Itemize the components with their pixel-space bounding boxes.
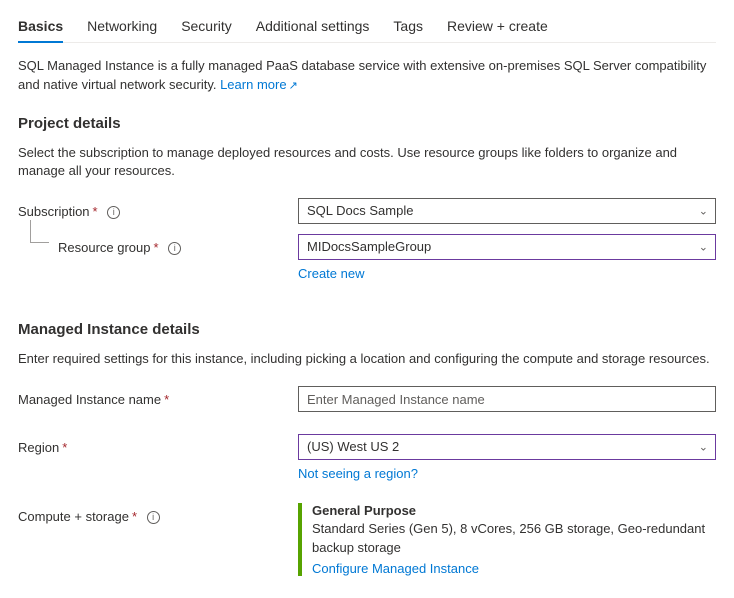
instance-name-label: Managed Instance name* [18, 386, 298, 407]
project-details-heading: Project details [18, 115, 716, 132]
external-link-icon: ↗ [289, 80, 298, 92]
resource-group-label-text: Resource group [58, 240, 151, 255]
required-asterisk: * [93, 204, 98, 219]
region-select-value: (US) West US 2 [298, 434, 716, 460]
intro-text: SQL Managed Instance is a fully managed … [18, 57, 716, 95]
info-icon[interactable]: i [168, 242, 181, 255]
instance-name-input[interactable] [298, 386, 716, 412]
resource-group-select-value: MIDocsSampleGroup [298, 234, 716, 260]
compute-desc: Standard Series (Gen 5), 8 vCores, 256 G… [312, 520, 716, 556]
required-asterisk: * [62, 440, 67, 455]
create-new-link[interactable]: Create new [298, 266, 364, 281]
region-row: Region* (US) West US 2 ⌄ Not seeing a re… [18, 434, 716, 481]
compute-title: General Purpose [312, 503, 716, 518]
compute-storage-row: Compute + storage* i General Purpose Sta… [18, 503, 716, 575]
tabs-bar: Basics Networking Security Additional se… [18, 12, 716, 43]
subscription-label-text: Subscription [18, 204, 90, 219]
info-icon[interactable]: i [107, 206, 120, 219]
tab-tags[interactable]: Tags [393, 12, 423, 42]
subscription-label: Subscription* i [18, 198, 298, 219]
tab-networking[interactable]: Networking [87, 12, 157, 42]
required-asterisk: * [164, 392, 169, 407]
required-asterisk: * [154, 240, 159, 255]
required-asterisk: * [132, 509, 137, 524]
managed-instance-heading: Managed Instance details [18, 321, 716, 338]
managed-instance-desc: Enter required settings for this instanc… [18, 350, 716, 368]
tab-basics[interactable]: Basics [18, 12, 63, 42]
resource-group-row: Resource group* i MIDocsSampleGroup ⌄ Cr… [18, 234, 716, 281]
subscription-row: Subscription* i SQL Docs Sample ⌄ [18, 198, 716, 224]
resource-group-select[interactable]: MIDocsSampleGroup ⌄ [298, 234, 716, 260]
configure-managed-instance-link[interactable]: Configure Managed Instance [312, 561, 479, 576]
subscription-select-value: SQL Docs Sample [298, 198, 716, 224]
compute-summary: General Purpose Standard Series (Gen 5),… [298, 503, 716, 575]
project-details-desc: Select the subscription to manage deploy… [18, 144, 716, 180]
instance-name-row: Managed Instance name* [18, 386, 716, 412]
compute-storage-label-text: Compute + storage [18, 509, 129, 524]
intro-text-content: SQL Managed Instance is a fully managed … [18, 58, 706, 92]
not-seeing-region-link[interactable]: Not seeing a region? [298, 466, 418, 481]
tab-review-create[interactable]: Review + create [447, 12, 548, 42]
region-label: Region* [18, 434, 298, 455]
region-select[interactable]: (US) West US 2 ⌄ [298, 434, 716, 460]
compute-storage-label: Compute + storage* i [18, 503, 298, 524]
region-label-text: Region [18, 440, 59, 455]
tab-additional-settings[interactable]: Additional settings [256, 12, 370, 42]
subscription-select[interactable]: SQL Docs Sample ⌄ [298, 198, 716, 224]
resource-group-label: Resource group* i [18, 234, 298, 255]
instance-name-label-text: Managed Instance name [18, 392, 161, 407]
tab-security[interactable]: Security [181, 12, 232, 42]
info-icon[interactable]: i [147, 511, 160, 524]
learn-more-link[interactable]: Learn more↗ [220, 77, 298, 92]
learn-more-label: Learn more [220, 77, 286, 92]
